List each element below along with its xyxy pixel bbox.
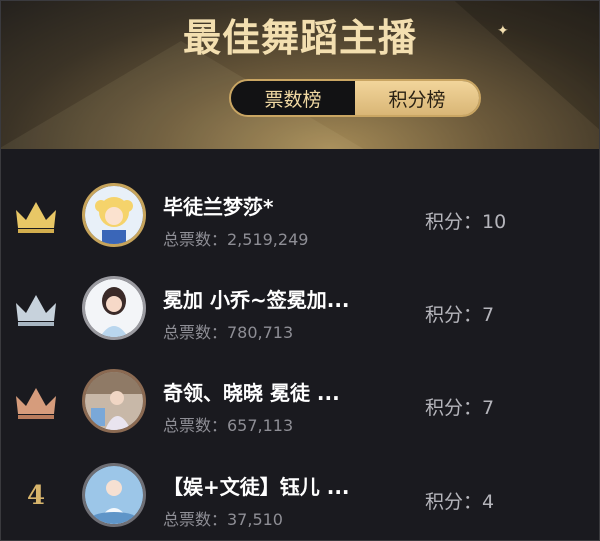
score-value: 积分：10 — [425, 211, 507, 233]
score-value: 积分：4 — [425, 491, 495, 513]
list-item[interactable]: 奇领、晓晓 冕徒 ... 总票数：657,113 积分：7 — [1, 351, 599, 445]
score-value: 积分：7 — [425, 304, 495, 326]
rank-label: 4 — [26, 481, 46, 511]
leaderboard-panel: ✦ ✦ 最佳舞蹈主播 票数榜 积分榜 毕徒兰梦莎* 总票数：2,519,249 … — [0, 0, 600, 541]
avatar[interactable] — [82, 183, 146, 247]
streamer-name[interactable]: 毕徒兰梦莎* — [163, 191, 273, 220]
list-item[interactable]: 毕徒兰梦莎* 总票数：2,519,249 积分：10 — [1, 165, 599, 259]
list-item[interactable]: 4 【娱+文徒】钰儿 ... 总票数：37,510 积分：4 — [1, 445, 599, 539]
crown-gold-icon — [11, 197, 61, 235]
avatar[interactable] — [82, 276, 146, 340]
crown-silver-icon — [11, 290, 61, 328]
streamer-name[interactable]: 冕加 小乔~签冕加... — [163, 284, 350, 313]
page-title: 最佳舞蹈主播 — [182, 16, 417, 60]
crown-bronze-icon — [11, 383, 61, 421]
tab-points[interactable]: 积分榜 — [355, 81, 479, 115]
header-banner: ✦ ✦ 最佳舞蹈主播 票数榜 积分榜 — [1, 1, 599, 149]
vote-count: 总票数：780,713 — [163, 323, 294, 342]
tab-votes[interactable]: 票数榜 — [231, 81, 355, 115]
list-item[interactable]: 冕加 小乔~签冕加... 总票数：780,713 积分：7 — [1, 258, 599, 352]
streamer-name[interactable]: 奇领、晓晓 冕徒 ... — [163, 377, 340, 406]
vote-count: 总票数：2,519,249 — [163, 230, 309, 249]
rank-number: 4 — [11, 477, 61, 515]
avatar[interactable] — [82, 369, 146, 433]
ranking-tabs: 票数榜 积分榜 — [229, 79, 481, 117]
avatar[interactable] — [82, 463, 146, 527]
streamer-name[interactable]: 【娱+文徒】钰儿 ... — [163, 471, 350, 500]
vote-count: 总票数：657,113 — [163, 416, 294, 435]
score-value: 积分：7 — [425, 397, 495, 419]
vote-count: 总票数：37,510 — [163, 510, 283, 529]
